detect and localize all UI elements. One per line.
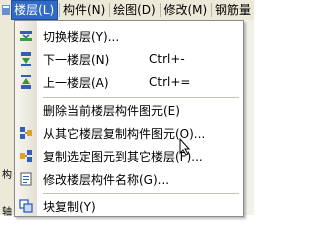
menu-separator bbox=[59, 3, 60, 17]
menu-item-shortcut: Ctrl+= bbox=[149, 75, 191, 89]
menu-item-label: 下一楼层(N) bbox=[43, 52, 110, 67]
menu-item-label: 块复制(Y) bbox=[43, 199, 96, 214]
menu-item-label: 修改楼层构件名称(G)... bbox=[43, 172, 170, 187]
switch-floor-icon bbox=[15, 25, 37, 47]
menu-item-block-copy[interactable]: 块复制(Y) bbox=[15, 195, 243, 217]
mouse-cursor-icon bbox=[179, 137, 191, 159]
menu-separator bbox=[43, 97, 239, 98]
menu-item-switch-floor[interactable]: 切换楼层(Y)... bbox=[15, 25, 243, 47]
menu-rebar[interactable]: 钢筋量 bbox=[213, 0, 254, 20]
menu-floor[interactable]: 楼层(L) bbox=[11, 0, 59, 20]
menu-item-rename-elements[interactable]: 修改楼层构件名称(G)... bbox=[15, 168, 243, 190]
menu-item-label: 上一楼层(A) bbox=[43, 75, 109, 90]
menu-modify[interactable]: 修改(M) bbox=[161, 0, 210, 20]
menu-separator bbox=[211, 3, 212, 17]
menu-draw[interactable]: 绘图(D) bbox=[111, 0, 159, 20]
menu-item-copy-to-floor[interactable]: 复制选定图元到其它楼层(F)... bbox=[15, 145, 243, 167]
delete-floor-elements-icon bbox=[15, 99, 37, 121]
next-floor-icon bbox=[15, 48, 37, 70]
menu-item-copy-from-floor[interactable]: 从其它楼层复制构件图元(O)... bbox=[15, 122, 243, 144]
left-toolbar: 构 轴 bbox=[0, 20, 15, 218]
menu-separator bbox=[109, 3, 111, 17]
menu-separator bbox=[159, 3, 161, 17]
prev-floor-icon bbox=[15, 71, 37, 93]
menu-bar: 楼层(L) 构件(N) 绘图(D) 修改(M) 钢筋量 bbox=[0, 0, 254, 21]
toolstrip-label: 轴 bbox=[2, 207, 12, 218]
floor-menu-dropdown: 切换楼层(Y)... 下一楼层(N) Ctrl+- 上一楼层(A) Ctrl+=… bbox=[14, 20, 244, 217]
menu-item-prev-floor[interactable]: 上一楼层(A) Ctrl+= bbox=[15, 71, 243, 93]
menu-item-shortcut: Ctrl+- bbox=[149, 52, 185, 66]
toolstrip-label: 构 bbox=[2, 170, 12, 181]
menu-component[interactable]: 构件(N) bbox=[61, 0, 108, 20]
menu-separator bbox=[43, 193, 239, 194]
app-icon bbox=[0, 0, 11, 20]
menu-item-label: 删除当前楼层构件图元(E) bbox=[43, 103, 180, 118]
menu-item-delete-floor-elements[interactable]: 删除当前楼层构件图元(E) bbox=[15, 99, 243, 121]
menu-item-label: 切换楼层(Y)... bbox=[43, 29, 120, 44]
copy-from-floor-icon bbox=[15, 122, 37, 144]
block-copy-icon bbox=[15, 195, 37, 217]
menu-item-next-floor[interactable]: 下一楼层(N) Ctrl+- bbox=[15, 48, 243, 70]
copy-to-floor-icon bbox=[15, 145, 37, 167]
rename-elements-icon bbox=[15, 168, 37, 190]
